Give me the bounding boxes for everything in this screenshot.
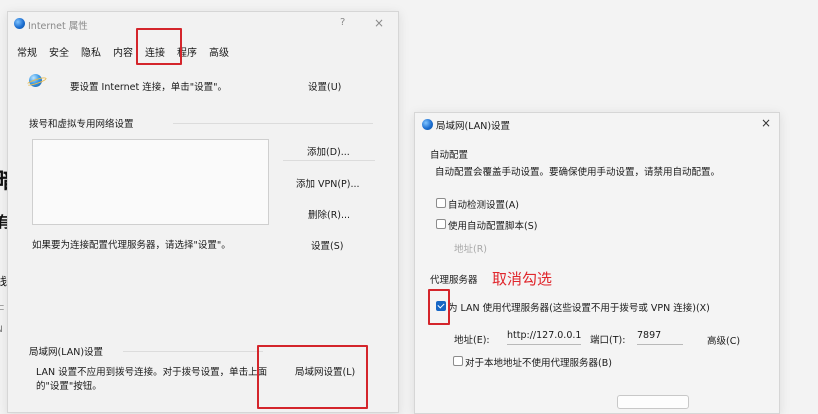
section-divider [123,351,263,352]
lan-settings-dialog: 局域网(LAN)设置 × 自动配置 自动配置会覆盖手动设置。要确保使用手动设置，… [414,112,780,414]
tab-security[interactable]: 安全 [49,44,69,59]
tab-advanced[interactable]: 高级 [209,44,229,59]
background-fragment: N [0,325,3,335]
proxy-address-input[interactable]: http://127.0.0.1 [507,330,581,345]
advanced-button[interactable]: 高级(C) [707,333,740,347]
proxy-server-heading: 代理服务器 [430,275,478,286]
uncheck-annotation: 取消勾选 [492,270,553,288]
help-button[interactable]: ? [340,17,345,28]
auto-script-checkbox[interactable] [436,219,446,229]
lan-description-line1: LAN 设置不应用到拨号连接。对于拨号设置，单击上面 [36,367,268,378]
bypass-local-checkbox[interactable] [453,356,463,366]
close-button[interactable]: × [374,16,384,30]
tab-general[interactable]: 常规 [17,44,37,59]
title-bar: Internet 属性 ? × [8,12,398,36]
internet-globe-icon [422,119,433,130]
connections-tab-highlight [136,28,182,65]
setup-text: 要设置 Internet 连接，单击"设置"。 [70,82,228,93]
add-vpn-button[interactable]: 添加 VPN(P)... [296,176,360,190]
ok-button[interactable] [617,395,689,409]
background-fragment: ㄷ [0,304,6,314]
remove-button[interactable]: 删除(R)... [308,207,350,221]
lan-settings-highlight [257,345,368,409]
use-proxy-highlight [428,289,450,325]
dialup-vpn-heading: 拨号和虚拟专用网络设置 [29,119,134,130]
close-button[interactable]: × [761,116,771,130]
tab-content[interactable]: 内容 [113,44,133,59]
dialog-title: 局域网(LAN)设置 [436,121,511,132]
auto-detect-checkbox[interactable] [436,198,446,208]
use-proxy-label: 为 LAN 使用代理服务器(这些设置不用于拨号或 VPN 连接)(X) [448,303,710,314]
script-address-label: 地址(R) [454,244,488,255]
lan-settings-heading: 局域网(LAN)设置 [29,347,104,358]
section-divider [173,123,373,124]
background-fragment: 线 [0,275,7,288]
setup-button[interactable]: 设置(U) [308,79,341,93]
auto-config-description: 自动配置会覆盖手动设置。要确保使用手动设置，请禁用自动配置。 [435,167,721,178]
window-title: Internet 属性 [28,21,88,32]
proxy-address-label: 地址(E): [454,335,490,346]
internet-globe-icon [14,18,25,29]
add-button[interactable]: 添加(D)... [307,144,350,158]
lan-description-line2: 的"设置"按钮。 [36,381,102,392]
auto-detect-label: 自动检测设置(A) [448,200,519,211]
title-bar: 局域网(LAN)设置 × [415,113,779,137]
tab-privacy[interactable]: 隐私 [81,44,101,59]
connections-listbox[interactable] [32,139,269,225]
internet-options-window: Internet 属性 ? × 常规 安全 隐私 内容 连接 程序 高级 要设置… [7,11,399,413]
proxy-port-input[interactable]: 7897 [637,330,683,345]
proxy-port-label: 端口(T): [590,335,626,346]
auto-script-label: 使用自动配置脚本(S) [448,221,538,232]
button-divider [283,160,375,161]
connection-globe-icon [29,74,42,87]
bypass-local-label: 对于本地地址不使用代理服务器(B) [465,358,612,369]
proxy-hint-text: 如果要为连接配置代理服务器，请选择"设置"。 [32,240,231,251]
auto-config-heading: 自动配置 [430,150,469,161]
connection-settings-button[interactable]: 设置(S) [311,238,343,252]
